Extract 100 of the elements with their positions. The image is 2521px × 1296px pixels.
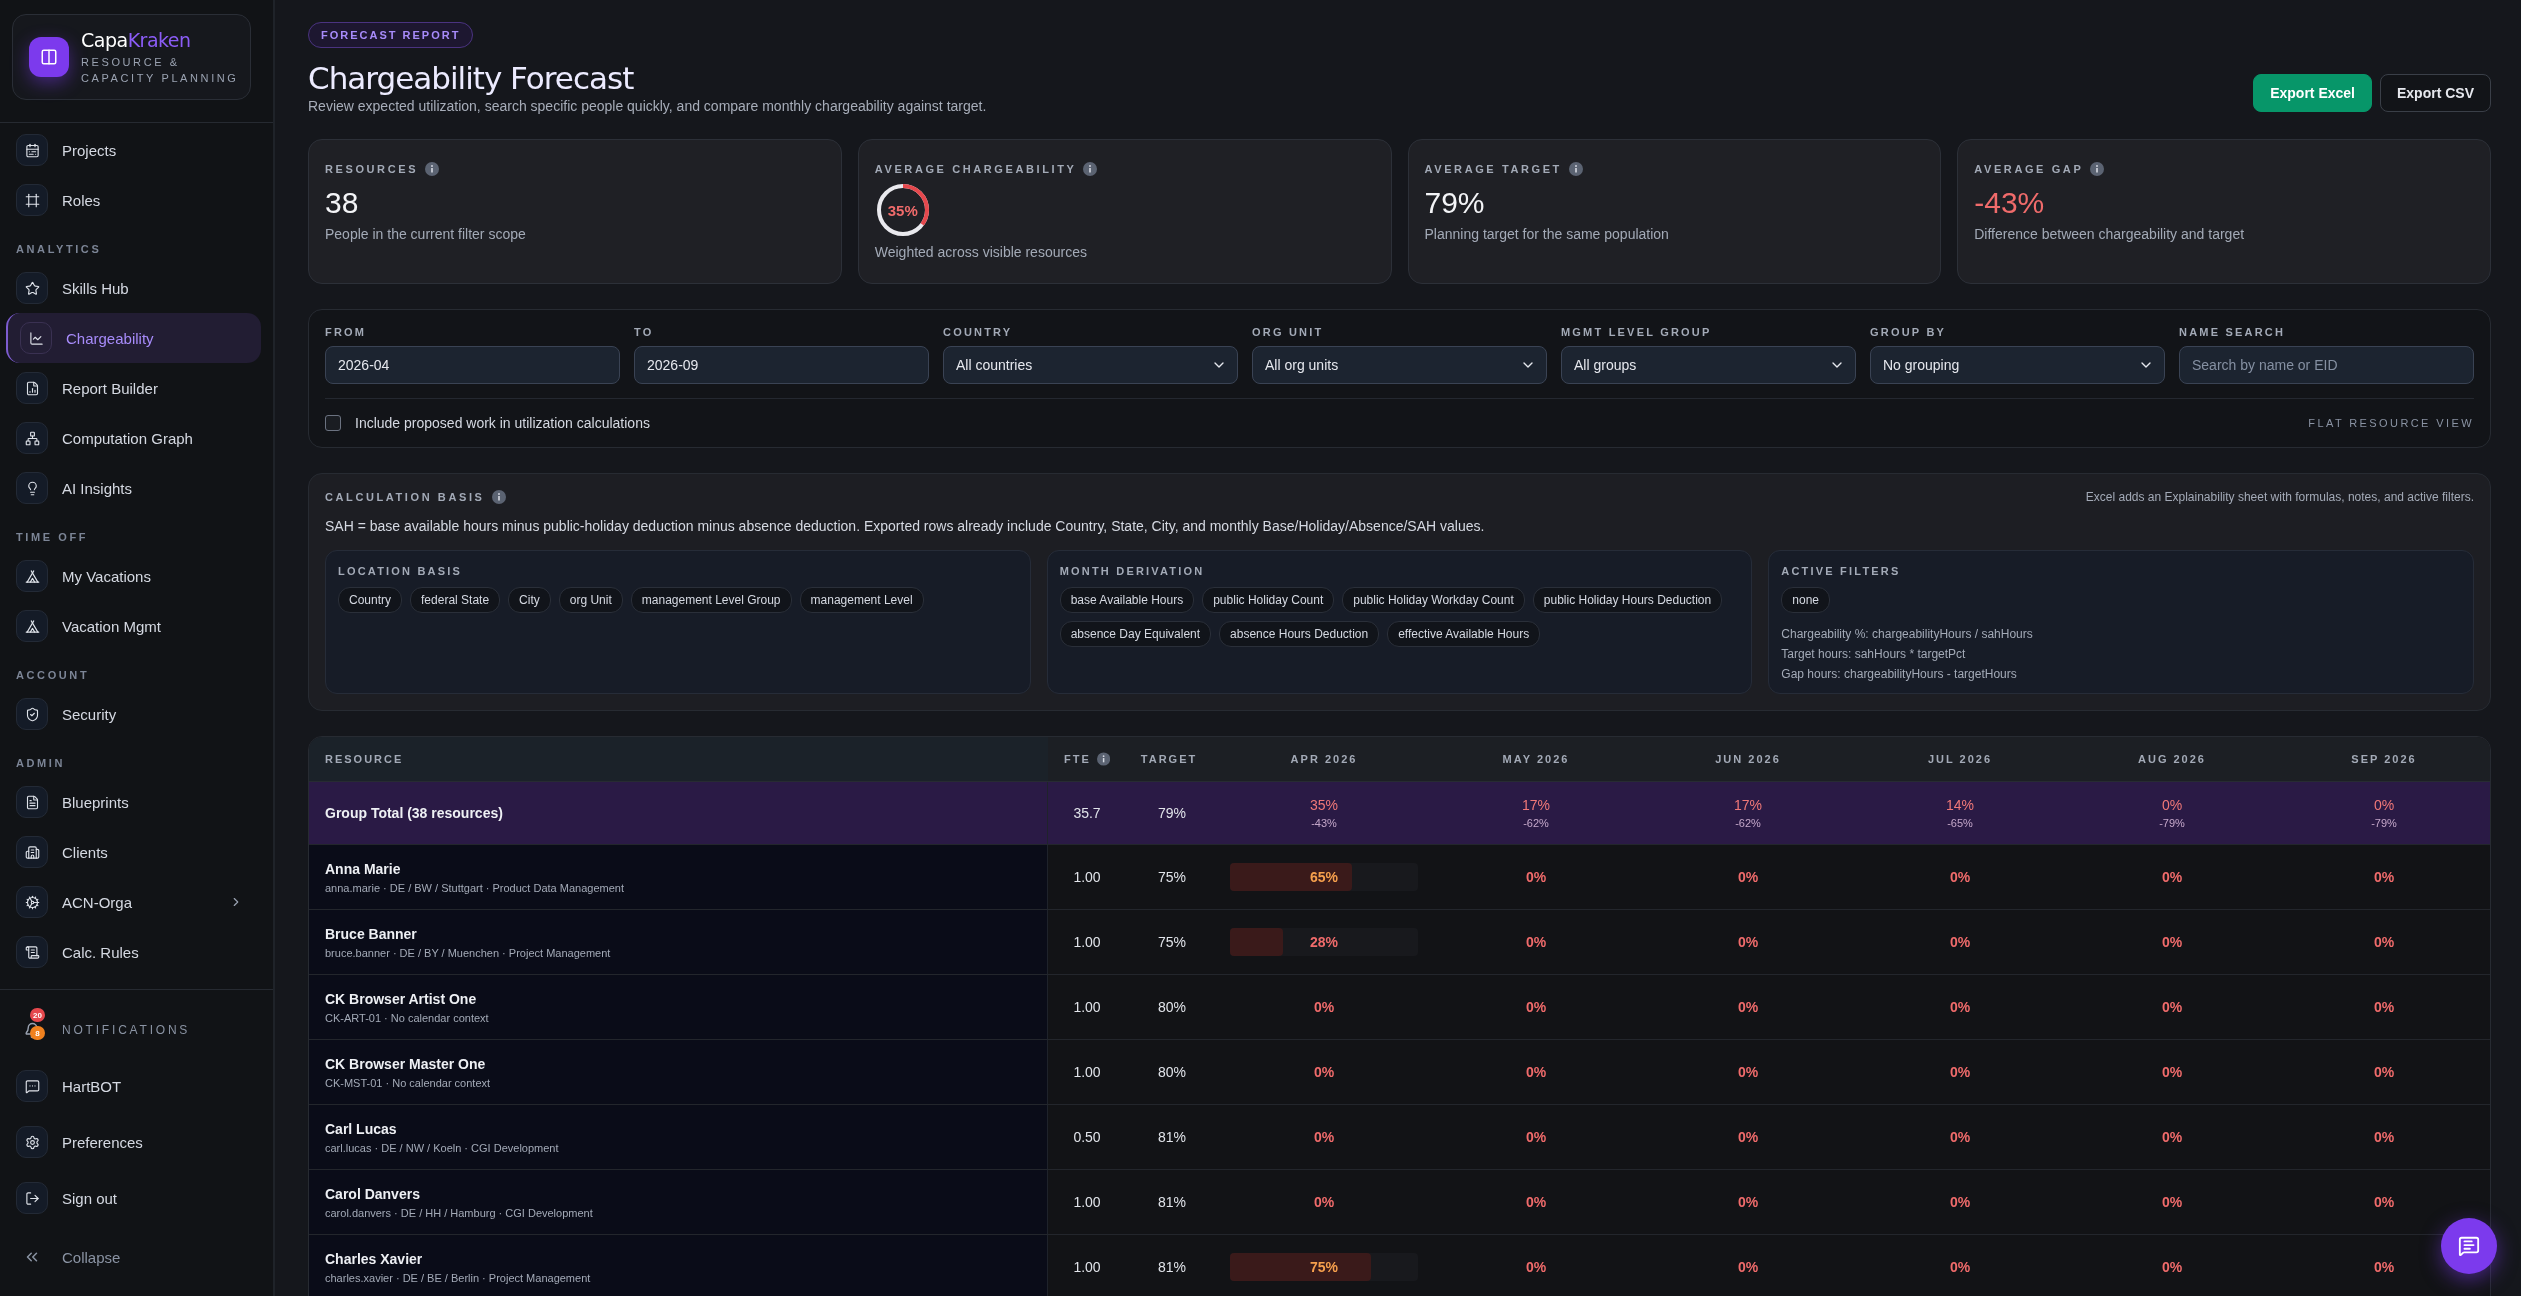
column-header[interactable]: MAY 2026 [1430, 737, 1642, 781]
field-label: COUNTRY [943, 326, 1014, 338]
table-cell-text: 1.00 [1072, 1258, 1102, 1277]
month-value: 0% [1949, 934, 1971, 950]
info-icon[interactable] [1568, 162, 1583, 176]
info-icon[interactable] [491, 490, 506, 504]
month-value: 0% [1737, 999, 1759, 1015]
resource-name: Bruce Banner [325, 925, 418, 942]
table-cell-text: 80% [1157, 1063, 1187, 1082]
month-value: 0% [2373, 869, 2395, 885]
nav-item[interactable]: AI Insights [6, 463, 261, 513]
month-value: 0% [1525, 1194, 1547, 1210]
nav-item[interactable]: Clients [6, 827, 261, 877]
resource-meta: CK-MST-01 · No calendar context [325, 1076, 492, 1089]
tag: management Level [799, 587, 924, 613]
table-cell-text: 81% [1157, 1193, 1187, 1212]
nav-item[interactable]: ACN-Orga [6, 877, 261, 927]
export-button[interactable]: Export Excel [2253, 74, 2372, 112]
month-value: 0% [1525, 999, 1547, 1015]
document-icon [16, 786, 48, 818]
column-header[interactable]: SEP 2026 [2278, 737, 2490, 781]
info-icon[interactable] [1083, 162, 1098, 176]
select-field[interactable]: All org units [1252, 346, 1547, 384]
notification-badge: 8 [30, 1026, 45, 1040]
table-cell-text: 75% [1157, 933, 1187, 952]
resource-name: CK Browser Master One [325, 1055, 487, 1072]
cog-icon [16, 886, 48, 918]
nav-item[interactable]: Security [6, 689, 261, 739]
resource-name: Carol Danvers [325, 1185, 421, 1202]
nav-item[interactable]: Computation Graph [6, 413, 261, 463]
nav-item[interactable]: Calc. Rules [6, 927, 261, 977]
month-value: 0% [1949, 999, 1971, 1015]
resource-meta: anna.marie · DE / BW / Stuttgart · Product Data Management [325, 881, 625, 894]
nav-item[interactable]: Skills Hub [6, 263, 261, 313]
table-cell-text: 75% [1157, 868, 1187, 887]
notifications-label[interactable]: NOTIFICATIONS [62, 1023, 191, 1037]
tag: Country [338, 587, 403, 613]
nav-item[interactable]: Chargeability [6, 313, 261, 363]
formula-text: Gap hours: chargeabilityHours - targetHours [1781, 667, 2018, 681]
tag: public Holiday Hours Deduction [1532, 587, 1723, 613]
total-label: Group Total (38 resources) [325, 805, 504, 821]
nav-item[interactable]: Preferences [6, 1114, 261, 1170]
select-field[interactable]: No grouping [1870, 346, 2165, 384]
nav-item[interactable]: Projects [6, 125, 261, 175]
tag: org Unit [558, 587, 623, 613]
kpi-value: 38 [325, 186, 360, 220]
month-value: 0% [2161, 1259, 2183, 1275]
month-value: 0% [2373, 999, 2395, 1015]
input-field[interactable]: 2026-09 [634, 346, 929, 384]
section-title: CALCULATION BASIS [325, 491, 485, 503]
export-note: Excel adds an Explainability sheet with formulas, notes, and active filters. [2085, 490, 2474, 504]
column-header[interactable]: RESOURCE [309, 737, 1048, 781]
month-value: 0% [1313, 1129, 1335, 1145]
table-cell-text: 0.50 [1072, 1128, 1102, 1147]
info-icon[interactable] [1096, 752, 1110, 766]
nav-item[interactable]: Roles [6, 175, 261, 225]
resource-meta: carol.danvers · DE / HH / Hamburg · CGI Development [325, 1206, 594, 1219]
column-header[interactable]: JUN 2026 [1642, 737, 1854, 781]
column-header[interactable]: TARGET [1126, 737, 1218, 781]
select-field[interactable]: All countries [943, 346, 1238, 384]
month-value: 0% [2373, 1129, 2395, 1145]
input-field[interactable]: Search by name or EID [2179, 346, 2474, 384]
settings-icon [16, 1126, 48, 1158]
nav-item[interactable]: Report Builder [6, 363, 261, 413]
notification-badge: 20 [30, 1008, 45, 1022]
column-header[interactable]: AUG 2026 [2066, 737, 2278, 781]
checkbox[interactable] [325, 415, 341, 431]
export-button[interactable]: Export CSV [2380, 74, 2491, 112]
tent-icon [16, 610, 48, 642]
field-label: ORG UNIT [1252, 326, 1325, 338]
line-chart-icon [20, 322, 52, 354]
resource-name: Carl Lucas [325, 1120, 398, 1137]
table-cell-text: 80% [1157, 998, 1187, 1017]
shield-icon [16, 698, 48, 730]
nav-item[interactable]: My Vacations [6, 551, 261, 601]
collapse-button[interactable]: Collapse [0, 1232, 273, 1282]
table-cell-text: 1.00 [1072, 1193, 1102, 1212]
info-icon[interactable] [425, 162, 440, 176]
info-icon[interactable] [2090, 162, 2105, 176]
column-header[interactable]: FTE [1048, 737, 1126, 781]
nav-item[interactable]: HartBOT [6, 1058, 261, 1114]
column-header[interactable]: JUL 2026 [1854, 737, 2066, 781]
month-value: 0% [2161, 1064, 2183, 1080]
select-field[interactable]: All groups [1561, 346, 1856, 384]
page-subtitle: Review expected utilization, search specific people quickly, and compare monthly chargeability against target. [308, 98, 987, 114]
nav-item[interactable]: Vacation Mgmt [6, 601, 261, 651]
nav-item[interactable]: Sign out [6, 1170, 261, 1226]
logout-icon [16, 1182, 48, 1214]
month-value: 0% [2373, 1064, 2395, 1080]
column-header[interactable]: APR 2026 [1218, 737, 1430, 781]
report-badge: FORECAST REPORT [308, 22, 474, 48]
field-label: TO [634, 326, 655, 338]
kpi-value: -43% [1974, 186, 2046, 220]
resource-meta: charles.xavier · DE / BE / Berlin · Project Management [325, 1271, 592, 1284]
input-field[interactable]: 2026-04 [325, 346, 620, 384]
nav-item[interactable]: Blueprints [6, 777, 261, 827]
field-label: MGMT LEVEL GROUP [1561, 326, 1713, 338]
resource-name: CK Browser Artist One [325, 990, 478, 1007]
month-value: 0% [1737, 1129, 1759, 1145]
table-cell-text: 1.00 [1072, 933, 1102, 952]
